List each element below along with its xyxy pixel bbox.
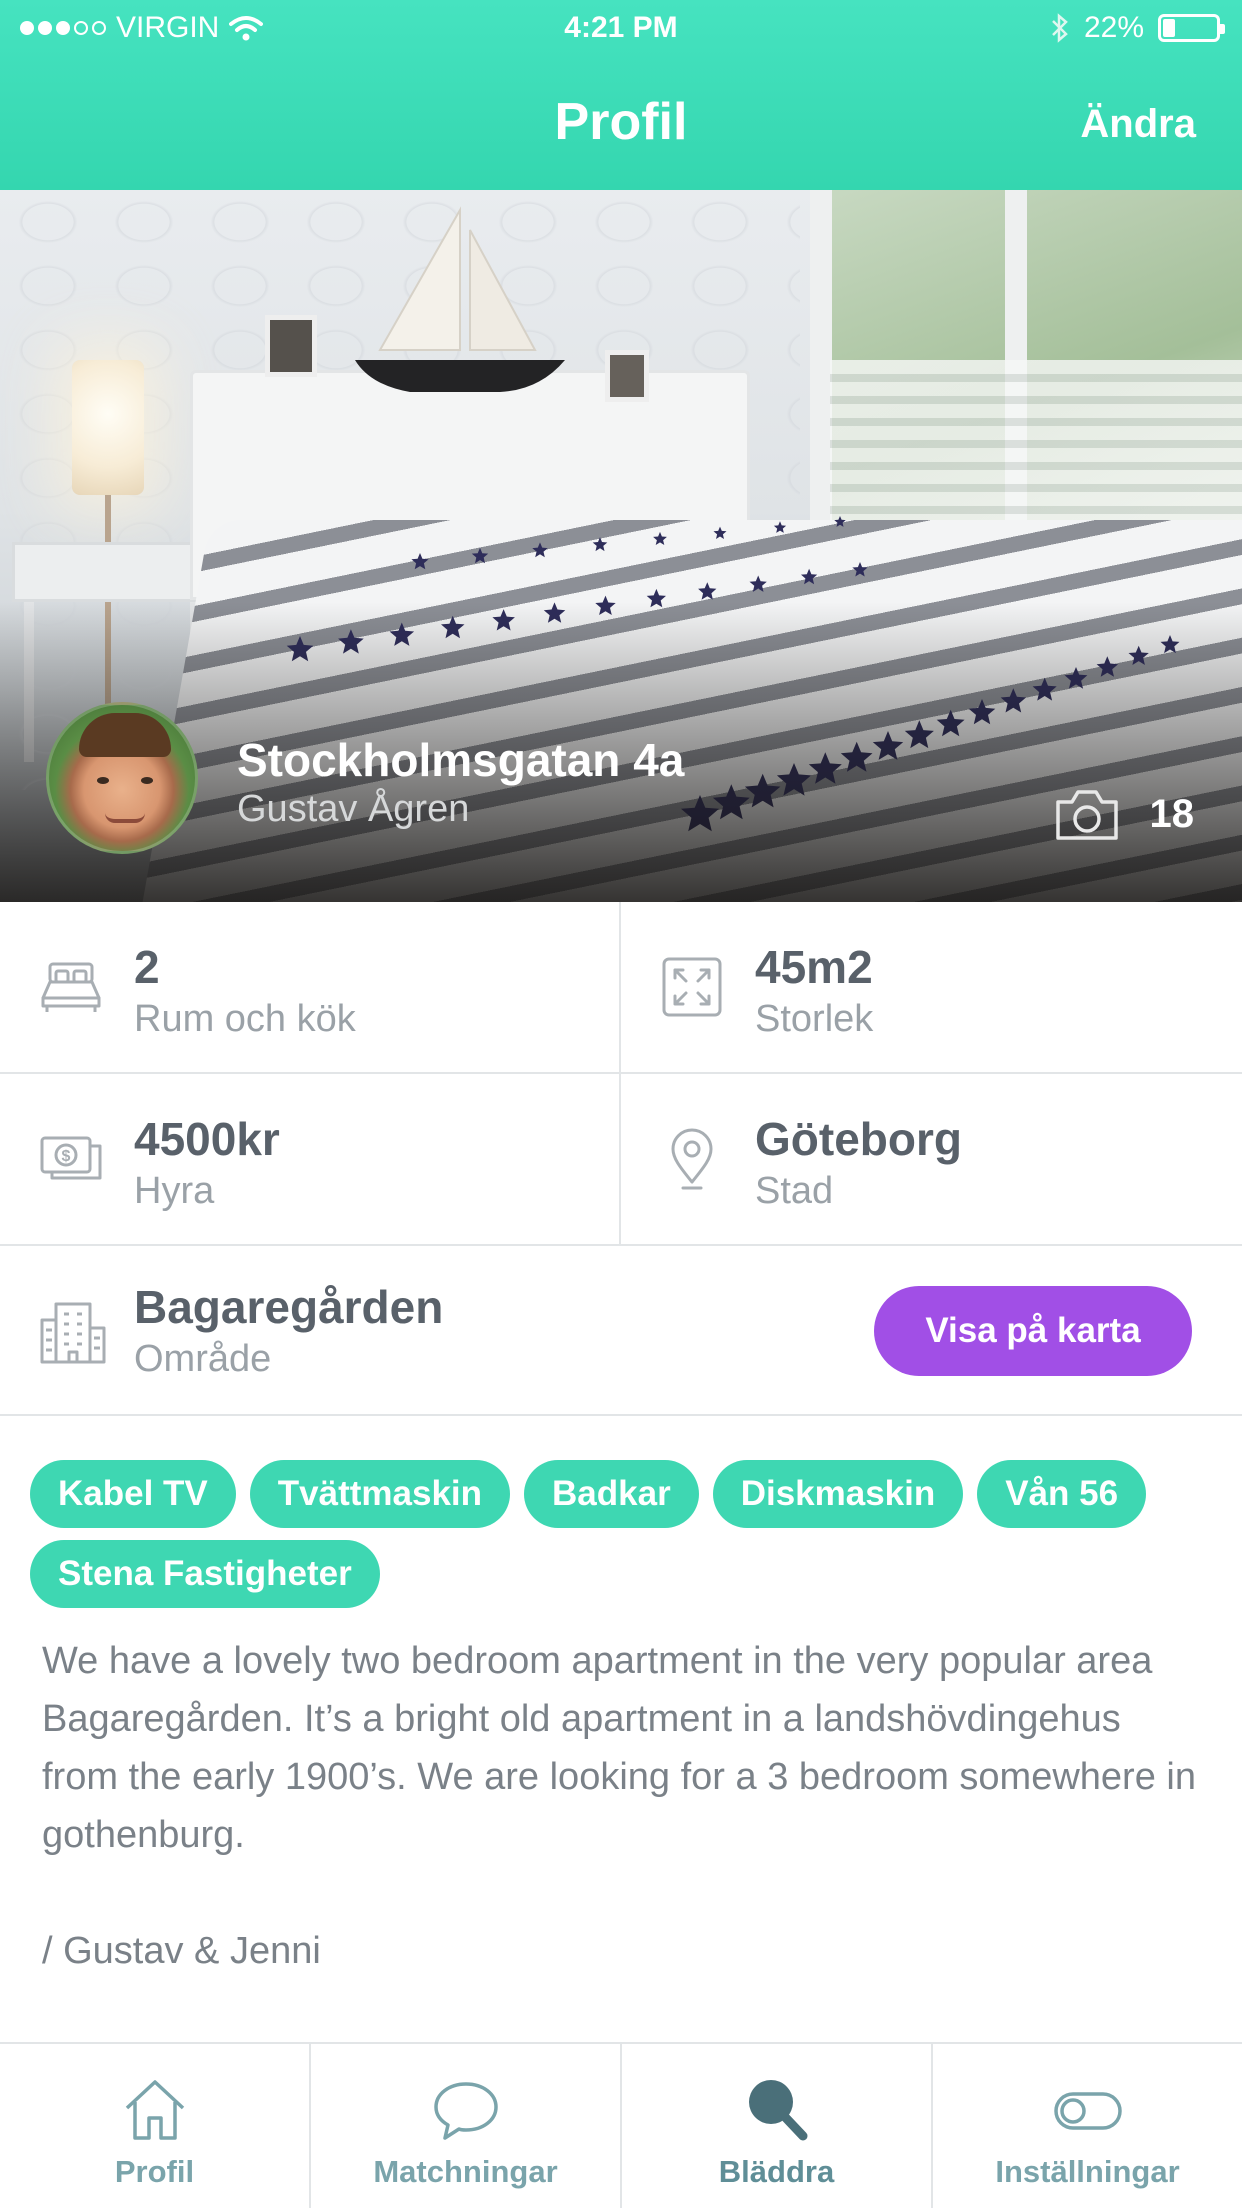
area-label: Område	[134, 1338, 272, 1380]
tab-profil[interactable]: Profil	[0, 2044, 311, 2208]
amenity-tags: Kabel TV Tvättmaskin Badkar Diskmaskin V…	[30, 1460, 1220, 1608]
tag-chip[interactable]: Kabel TV	[30, 1460, 236, 1528]
hero-photo[interactable]: Stockholmsgatan 4a Gustav Ågren 18	[0, 190, 1242, 902]
photo-count-button[interactable]: 18	[1054, 786, 1195, 842]
tag-chip[interactable]: Badkar	[524, 1460, 699, 1528]
listing-address: Stockholmsgatan 4a	[237, 734, 685, 786]
rooms-label: Rum och kök	[134, 998, 356, 1040]
tag-chip[interactable]: Vån 56	[977, 1460, 1147, 1528]
avatar[interactable]	[46, 702, 198, 854]
city-cell: Göteborg Stad	[621, 1074, 1242, 1246]
city-label: Stad	[755, 1170, 834, 1212]
nav-header: VIRGIN 4:21 PM 22% Profil Ändra	[0, 0, 1242, 190]
tag-chip[interactable]: Diskmaskin	[712, 1460, 964, 1528]
size-cell: 45m2 Storlek	[621, 902, 1242, 1074]
area-row: Bagaregården Område Visa på karta	[0, 1246, 1242, 1416]
size-label: Storlek	[755, 998, 874, 1040]
city-value: Göteborg	[755, 1113, 962, 1165]
bluetooth-icon	[1052, 13, 1068, 43]
tag-chip[interactable]: Stena Fastigheter	[30, 1540, 380, 1608]
rooms-value: 2	[134, 941, 160, 993]
battery-percent: 22%	[1083, 11, 1144, 44]
bed-icon	[41, 962, 101, 1012]
chat-bubble-icon	[433, 2082, 498, 2140]
building-icon	[40, 1302, 106, 1364]
home-icon	[125, 2080, 184, 2140]
photo-count: 18	[1149, 791, 1195, 836]
tab-installningar[interactable]: Inställningar	[933, 2044, 1242, 2208]
listing-description: We have a lovely two bedroom apartment i…	[42, 1640, 1196, 1972]
tab-matchningar[interactable]: Matchningar	[311, 2044, 622, 2208]
tab-label: Bläddra	[718, 2154, 835, 2189]
tab-label: Inställningar	[995, 2154, 1180, 2189]
show-on-map-button[interactable]: Visa på karta	[874, 1286, 1192, 1376]
money-icon: $	[40, 1136, 102, 1180]
tab-bladdra[interactable]: Bläddra	[622, 2044, 933, 2208]
tab-label: Profil	[114, 2154, 195, 2189]
expand-icon	[662, 957, 722, 1017]
tag-chip[interactable]: Tvättmaskin	[249, 1460, 511, 1528]
page-title: Profil	[554, 93, 688, 151]
rooms-cell: 2 Rum och kök	[0, 902, 621, 1074]
area-value: Bagaregården	[134, 1281, 444, 1333]
location-pin-icon	[671, 1128, 713, 1190]
tab-label: Matchningar	[373, 2154, 558, 2189]
svg-text:$: $	[62, 1148, 71, 1165]
tab-bar: Profil Matchningar Bläddra Inställningar	[0, 2042, 1242, 2208]
status-bar: VIRGIN 4:21 PM 22%	[0, 0, 1242, 58]
rent-cell: $ 4500kr Hyra	[0, 1074, 621, 1246]
owner-name: Gustav Ågren	[237, 788, 470, 830]
toggle-icon	[1053, 2092, 1122, 2130]
battery-group: 22%	[1050, 11, 1225, 45]
battery-icon	[1158, 14, 1225, 42]
rent-label: Hyra	[134, 1170, 215, 1212]
search-icon	[748, 2080, 807, 2141]
edit-button[interactable]: Ändra	[1080, 102, 1196, 147]
rent-value: 4500kr	[134, 1113, 280, 1165]
camera-icon	[1055, 790, 1118, 840]
size-value: 45m2	[755, 941, 873, 993]
